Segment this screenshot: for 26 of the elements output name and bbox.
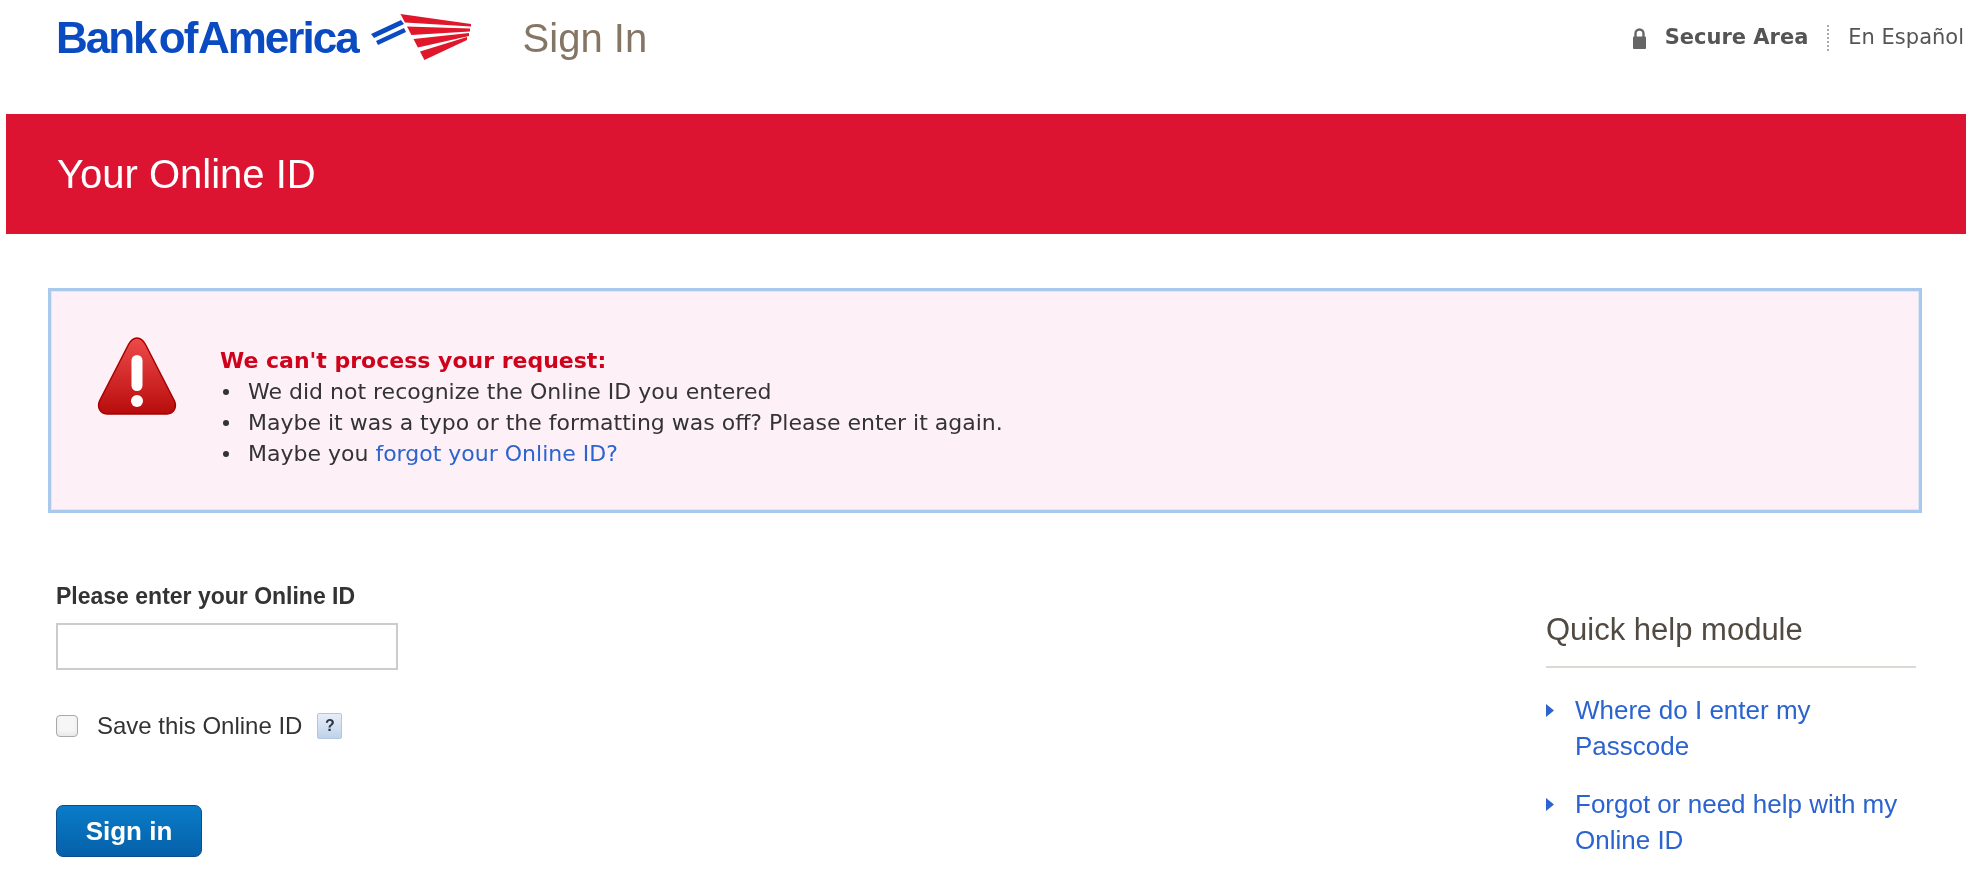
help-heading: Quick help module: [1546, 612, 1804, 648]
alert-title: We can't process your request:: [220, 347, 608, 375]
alert-message: Maybe it was a typo or the formatting was off? Please enter it again.: [248, 409, 1003, 437]
lock-icon: [1632, 27, 1646, 49]
help-link[interactable]: Forgot or need help with my Online ID: [1575, 786, 1914, 858]
sign-in-button[interactable]: Sign in: [56, 805, 202, 857]
bullet-icon: [223, 450, 229, 457]
alert-message: We did not recognize the Online ID you entered: [248, 378, 772, 406]
forgot-id-link[interactable]: forgot your Online ID?: [375, 441, 618, 466]
warning-icon: [97, 336, 177, 416]
save-id-checkbox[interactable]: [56, 715, 78, 737]
bullet-icon: [223, 419, 229, 426]
help-link[interactable]: Where do I enter my Passcode: [1575, 692, 1914, 764]
banner-title: Your Online ID: [57, 151, 316, 198]
page-title: Sign In: [522, 18, 648, 58]
brand-name[interactable]: Bank of America: [56, 16, 358, 60]
online-id-input[interactable]: [56, 623, 398, 670]
alert-message: Maybe you forgot your Online ID?: [248, 440, 618, 468]
save-id-label[interactable]: Save this Online ID: [97, 711, 303, 741]
secure-area-label: Secure Area: [1664, 25, 1809, 51]
field-label: Please enter your Online ID: [56, 582, 356, 610]
help-button[interactable]: ?: [317, 713, 343, 739]
triangle-icon: [1546, 704, 1554, 717]
triangle-icon: [1546, 798, 1554, 811]
bullet-icon: [223, 388, 229, 395]
language-link[interactable]: En Español: [1848, 25, 1964, 51]
